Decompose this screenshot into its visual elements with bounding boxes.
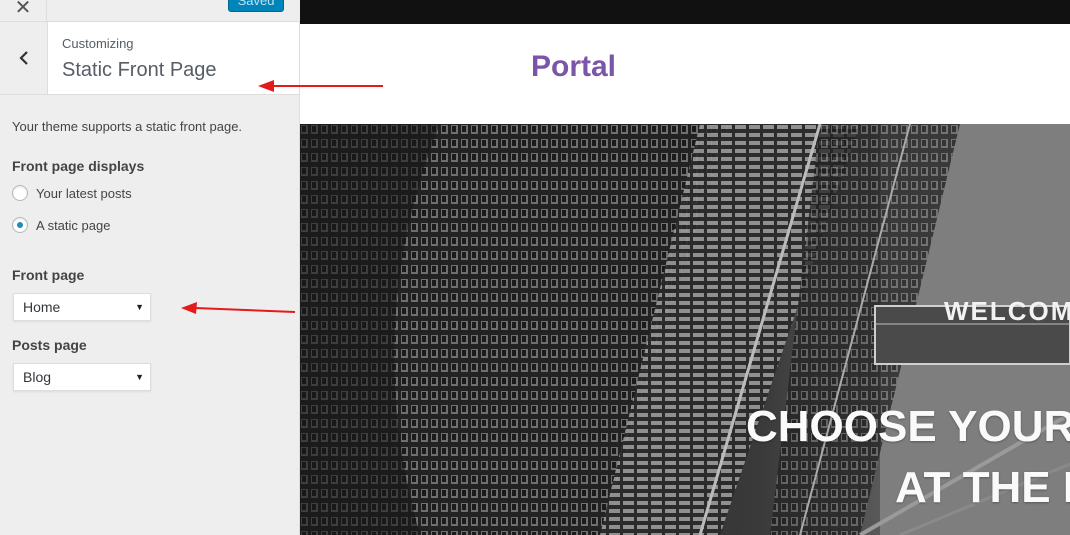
dropdown-arrow-icon: ▼ (135, 302, 144, 312)
radio-button[interactable] (12, 185, 28, 201)
section-title-box: Customizing Static Front Page (48, 22, 299, 94)
front-page-label: Front page (12, 267, 85, 283)
site-title[interactable]: Portal (531, 50, 616, 84)
radio-latest-posts[interactable]: Your latest posts (12, 185, 132, 201)
saved-button[interactable]: Saved (228, 0, 284, 12)
hero-heading-line-1: CHOOSE YOUR (746, 402, 1070, 451)
front-page-select[interactable]: Home ▼ (13, 293, 151, 321)
chevron-left-icon (18, 51, 28, 65)
close-button[interactable]: ✕ (0, 0, 47, 22)
hero-banner: WELCOM CHOOSE YOUR AT THE F (300, 124, 1070, 535)
posts-page-select[interactable]: Blog ▼ (13, 363, 151, 391)
site-preview: Portal WELCOM CHOOSE YOUR AT THE (300, 0, 1070, 535)
customizing-label: Customizing (62, 36, 134, 51)
dropdown-arrow-icon: ▼ (135, 372, 144, 382)
front-page-select-value: Home (23, 299, 61, 315)
front-page-displays-label: Front page displays (12, 158, 145, 174)
radio-button-checked[interactable] (12, 217, 28, 233)
close-icon: ✕ (14, 0, 32, 19)
radio-label: A static page (36, 217, 111, 233)
section-title: Static Front Page (62, 59, 217, 81)
hero-welcome-text: WELCOM (944, 296, 1070, 326)
radio-label: Your latest posts (36, 185, 132, 201)
customizer-topbar: ✕ Saved (0, 0, 300, 22)
hero-heading-line-2: AT THE F (895, 463, 1070, 512)
section-description: Your theme supports a static front page. (12, 119, 243, 134)
radio-static-page[interactable]: A static page (12, 217, 110, 233)
customizer-sidebar: ✕ Saved Customizing Static Front Page Yo… (0, 0, 300, 535)
section-header: Customizing Static Front Page (0, 22, 299, 95)
back-button[interactable] (0, 22, 48, 94)
admin-bar (300, 0, 1070, 24)
posts-page-select-value: Blog (23, 369, 52, 385)
posts-page-label: Posts page (12, 337, 87, 353)
